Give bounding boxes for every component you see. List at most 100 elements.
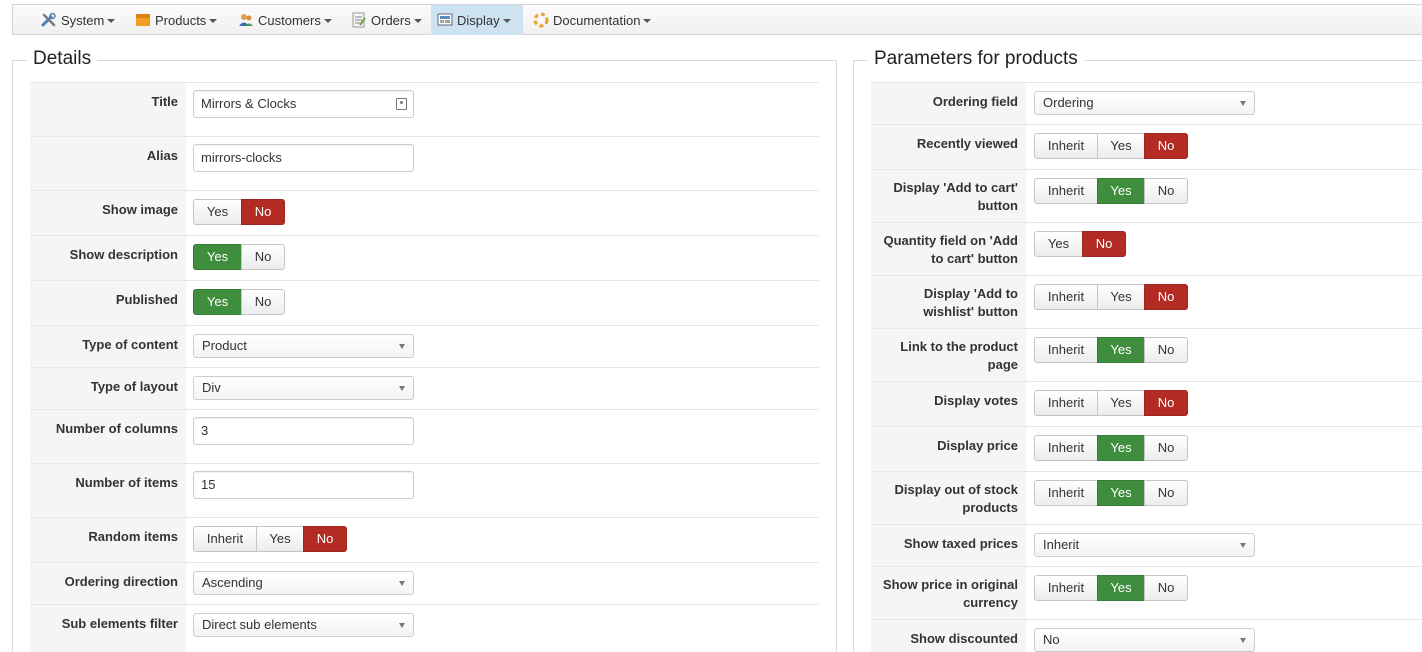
type-content-select[interactable]: Product — [193, 334, 414, 358]
out-of-stock-yes-button[interactable]: Yes — [1097, 480, 1145, 506]
display-votes-label: Display votes — [934, 393, 1018, 408]
top-menu-bar: System Products Customers Orders Display… — [12, 4, 1422, 35]
out-of-stock-toggle: Inherit Yes No — [1034, 480, 1188, 506]
ordering-direction-label: Ordering direction — [64, 574, 178, 589]
alias-input[interactable]: mirrors-clocks — [193, 144, 414, 172]
menu-products-label: Products — [155, 12, 207, 28]
random-items-yes-button[interactable]: Yes — [256, 526, 304, 552]
add-to-cart-inherit-button[interactable]: Inherit — [1034, 178, 1098, 204]
menu-orders[interactable]: Orders — [345, 5, 428, 35]
ordering-field-select[interactable]: Ordering — [1034, 91, 1255, 115]
recently-viewed-yes-button[interactable]: Yes — [1097, 133, 1145, 159]
show-description-no-button[interactable]: No — [241, 244, 285, 270]
display-price-inherit-button[interactable]: Inherit — [1034, 435, 1098, 461]
published-no-button[interactable]: No — [241, 289, 285, 315]
link-product-toggle: Inherit Yes No — [1034, 337, 1188, 363]
alias-label: Alias — [146, 148, 178, 163]
menu-display[interactable]: Display — [431, 5, 523, 35]
display-price-yes-button[interactable]: Yes — [1097, 435, 1145, 461]
chevron-down-icon — [323, 19, 332, 23]
type-layout-value: Div — [202, 380, 221, 395]
menu-customers[interactable]: Customers — [232, 5, 338, 35]
sub-elements-value: Direct sub elements — [202, 617, 317, 632]
add-to-cart-yes-button[interactable]: Yes — [1097, 178, 1145, 204]
row-quantity-field: Quantity field on 'Add to cart' button — [871, 222, 1422, 275]
recently-viewed-toggle: Inherit Yes No — [1034, 133, 1188, 159]
out-of-stock-label: Display out of stock products — [894, 482, 1018, 515]
display-votes-inherit-button[interactable]: Inherit — [1034, 390, 1098, 416]
type-content-value: Product — [202, 338, 247, 353]
link-product-no-button[interactable]: No — [1144, 337, 1188, 363]
row-show-image: Show image — [30, 190, 819, 235]
random-items-label: Random items — [88, 529, 178, 544]
row-published: Published — [30, 280, 819, 325]
out-of-stock-inherit-button[interactable]: Inherit — [1034, 480, 1098, 506]
original-currency-toggle: Inherit Yes No — [1034, 575, 1188, 601]
show-image-toggle: Yes No — [193, 199, 285, 225]
wishlist-yes-button[interactable]: Yes — [1097, 284, 1145, 310]
quantity-no-button[interactable]: No — [1082, 231, 1126, 257]
tools-icon — [41, 12, 57, 28]
menu-display-label: Display — [457, 12, 500, 28]
discounted-label: Show discounted — [910, 631, 1018, 646]
chevron-down-icon — [413, 19, 422, 23]
original-currency-yes-button[interactable]: Yes — [1097, 575, 1145, 601]
random-items-inherit-button[interactable]: Inherit — [193, 526, 257, 552]
type-layout-select[interactable]: Div — [193, 376, 414, 400]
orders-icon — [351, 12, 367, 28]
title-input[interactable]: Mirrors & Clocks — [193, 90, 414, 118]
add-to-cart-toggle: Inherit Yes No — [1034, 178, 1188, 204]
chevron-down-icon — [643, 19, 652, 23]
show-image-no-button[interactable]: No — [241, 199, 285, 225]
original-currency-inherit-button[interactable]: Inherit — [1034, 575, 1098, 601]
title-input-value: Mirrors & Clocks — [201, 96, 297, 111]
row-number-of-items: Number of items — [30, 463, 819, 517]
menu-documentation[interactable]: Documentation — [527, 5, 657, 35]
published-yes-button[interactable]: Yes — [193, 289, 242, 315]
random-items-no-button[interactable]: No — [303, 526, 347, 552]
taxed-prices-select[interactable]: Inherit — [1034, 533, 1255, 557]
details-legend: Details — [27, 48, 98, 70]
display-price-no-button[interactable]: No — [1144, 435, 1188, 461]
ordering-direction-value: Ascending — [202, 575, 263, 590]
display-price-toggle: Inherit Yes No — [1034, 435, 1188, 461]
ordering-direction-select[interactable]: Ascending — [193, 571, 414, 595]
menu-products[interactable]: Products — [129, 5, 223, 35]
display-price-label: Display price — [937, 438, 1018, 453]
num-columns-input[interactable]: 3 — [193, 417, 414, 445]
show-description-label: Show description — [69, 247, 178, 262]
row-random-items: Random items — [30, 517, 819, 562]
contact-card-icon[interactable] — [396, 98, 407, 110]
display-votes-no-button[interactable]: No — [1144, 390, 1188, 416]
display-votes-yes-button[interactable]: Yes — [1097, 390, 1145, 416]
menu-system[interactable]: System — [35, 5, 121, 35]
link-product-yes-button[interactable]: Yes — [1097, 337, 1145, 363]
quantity-yes-button[interactable]: Yes — [1034, 231, 1083, 257]
wishlist-inherit-button[interactable]: Inherit — [1034, 284, 1098, 310]
out-of-stock-no-button[interactable]: No — [1144, 480, 1188, 506]
add-to-cart-no-button[interactable]: No — [1144, 178, 1188, 204]
recently-viewed-inherit-button[interactable]: Inherit — [1034, 133, 1098, 159]
taxed-prices-label: Show taxed prices — [903, 536, 1018, 551]
link-product-inherit-button[interactable]: Inherit — [1034, 337, 1098, 363]
dropdown-arrow-icon — [399, 386, 405, 391]
chevron-down-icon — [209, 19, 218, 23]
sub-elements-select[interactable]: Direct sub elements — [193, 613, 414, 637]
recently-viewed-no-button[interactable]: No — [1144, 133, 1188, 159]
original-currency-no-button[interactable]: No — [1144, 575, 1188, 601]
ordering-field-label: Ordering field — [932, 94, 1018, 109]
show-image-yes-button[interactable]: Yes — [193, 199, 242, 225]
chevron-down-icon — [107, 19, 116, 23]
original-currency-label: Show price in original currency — [882, 577, 1018, 610]
ordering-field-value: Ordering — [1043, 95, 1094, 110]
type-content-label: Type of content — [82, 337, 178, 352]
discounted-select[interactable]: No — [1034, 628, 1255, 652]
row-alias: Alias — [30, 136, 819, 190]
row-number-of-columns: Number of columns — [30, 409, 819, 463]
wishlist-no-button[interactable]: No — [1144, 284, 1188, 310]
taxed-prices-value: Inherit — [1043, 537, 1080, 552]
num-items-input[interactable]: 15 — [193, 471, 414, 499]
box-icon — [135, 12, 151, 28]
dropdown-arrow-icon — [1240, 638, 1246, 643]
show-description-yes-button[interactable]: Yes — [193, 244, 242, 270]
